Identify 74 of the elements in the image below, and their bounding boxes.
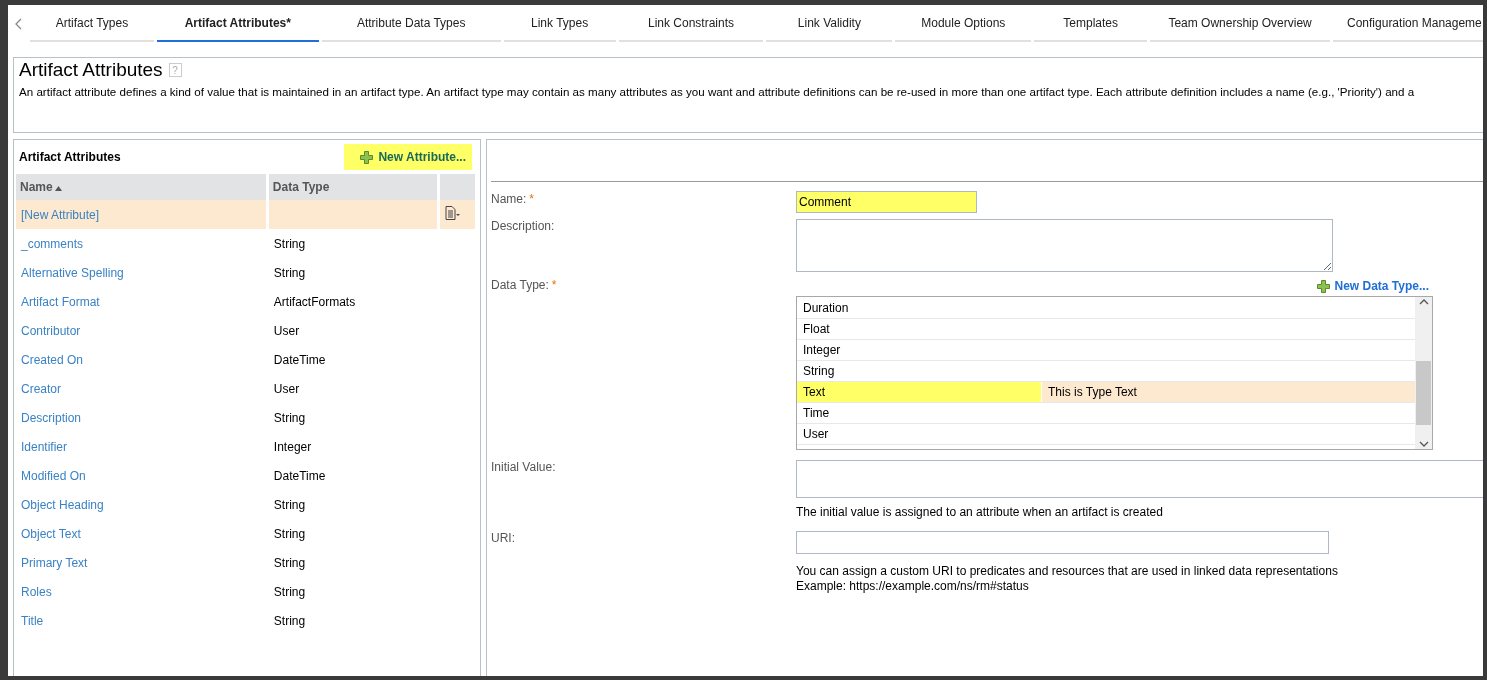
plus-icon xyxy=(1316,279,1330,293)
attribute-name-link[interactable]: Modified On xyxy=(21,468,86,483)
attribute-name-link[interactable]: Creator xyxy=(21,381,61,396)
help-text: Example: https://example.com/ns/rm#status xyxy=(796,579,1030,593)
uri-field[interactable] xyxy=(796,531,1329,554)
help-text: You can assign a custom URI to predicates and resources that are used in linked data representations xyxy=(796,564,1339,578)
data-type-cell-text: User xyxy=(273,322,300,338)
new-attribute-button[interactable]: New Attribute... xyxy=(344,144,472,170)
scroll-down-icon[interactable] xyxy=(1418,439,1429,449)
attribute-name-link[interactable]: Object Heading xyxy=(21,497,104,512)
data-type-cell-text: String xyxy=(273,525,306,541)
attribute-name-link[interactable]: Roles xyxy=(21,584,52,599)
data-type-option[interactable]: Integer xyxy=(797,340,1415,361)
tab[interactable]: Team Ownership Overview xyxy=(1150,5,1330,42)
data-type-cell-text: String xyxy=(273,554,306,570)
page-title: Artifact Attributes xyxy=(19,59,163,81)
data-type-cell-text: String xyxy=(273,264,306,280)
scroll-up-icon[interactable] xyxy=(1418,297,1429,307)
data-type-option[interactable]: Text This is Type Text xyxy=(797,382,1415,403)
required-marker: * xyxy=(529,192,534,206)
data-type-option[interactable]: User xyxy=(797,424,1415,445)
scrollbar[interactable] xyxy=(1415,297,1432,449)
attribute-name-link[interactable]: Title xyxy=(21,613,44,628)
data-type-cell-text: String xyxy=(273,409,306,425)
document-menu-icon[interactable] xyxy=(445,206,461,220)
page-description: An artifact attribute defines a kind of value that is maintained in an artifact type. An artifact type may contain as many attributes as you want and attribute definitions can be re-used in more than one artifact type. Each attribute definition includes a name (e.g., 'Priority') and a xyxy=(19,85,1416,98)
attribute-name-link[interactable]: Object Text xyxy=(21,526,81,541)
data-type-option[interactable]: Time xyxy=(797,403,1415,424)
plus-icon xyxy=(360,150,374,164)
tab[interactable]: Module Options xyxy=(895,5,1032,42)
attribute-name-link[interactable]: Primary Text xyxy=(21,555,88,570)
attribute-name-link[interactable]: _comments xyxy=(21,236,84,251)
attribute-name-link[interactable]: Identifier xyxy=(21,439,68,454)
attribute-name-link[interactable]: Alternative Spelling xyxy=(21,265,124,280)
required-marker: * xyxy=(551,278,557,292)
field-label: Data Type: xyxy=(491,278,549,292)
new-data-type-link[interactable]: New Data Type... xyxy=(1334,279,1429,293)
chevron-left-icon[interactable] xyxy=(15,17,23,30)
name-field[interactable]: Comment xyxy=(796,191,977,213)
attribute-name-link[interactable]: [New Attribute] xyxy=(21,207,100,222)
column-header[interactable]: Name xyxy=(16,174,266,200)
attribute-name-link[interactable]: Contributor xyxy=(21,323,81,338)
data-type-option[interactable]: Duration xyxy=(797,298,1415,319)
field-label: URI: xyxy=(491,531,516,547)
data-type-cell-text: User xyxy=(273,380,300,396)
data-type-option[interactable]: Float xyxy=(797,319,1415,340)
tab[interactable]: Link Validity xyxy=(766,5,893,42)
field-label: Description: xyxy=(491,219,556,235)
data-type-cell-text: DateTime xyxy=(273,351,326,367)
attribute-name-link[interactable]: Artifact Format xyxy=(21,294,100,309)
description-field[interactable] xyxy=(796,219,1333,272)
tab[interactable]: Link Constraints xyxy=(618,5,764,42)
help-text: The initial value is assigned to an attribute when an artifact is created xyxy=(796,505,1164,519)
data-type-cell-text: String xyxy=(273,235,306,251)
tab[interactable]: Configuration Manageme xyxy=(1333,5,1483,42)
tab[interactable]: Templates xyxy=(1034,5,1148,42)
data-type-cell-text: String xyxy=(273,583,306,599)
initial-value-field[interactable] xyxy=(796,460,1483,498)
data-type-cell-text: DateTime xyxy=(273,467,326,483)
data-type-cell-text: String xyxy=(273,496,306,512)
tab[interactable]: Artifact Attributes* xyxy=(156,5,319,42)
field-label: Initial Value: xyxy=(491,460,557,476)
panel-title: Artifact Attributes xyxy=(19,150,121,164)
attribute-name-link[interactable]: Created On xyxy=(21,352,84,367)
data-type-cell-text: ArtifactFormats xyxy=(273,293,356,309)
tab[interactable]: Link Types xyxy=(503,5,616,42)
tab[interactable]: Artifact Types xyxy=(30,5,154,42)
field-label: Name: xyxy=(491,192,527,206)
data-type-cell-text: Integer xyxy=(273,438,312,454)
column-header[interactable]: Data Type xyxy=(268,174,438,200)
tab[interactable]: Attribute Data Types xyxy=(321,5,501,42)
data-type-cell-text: String xyxy=(273,612,306,628)
data-type-list[interactable]: Duration Float Integer String Text This is Type Text Time User xyxy=(796,296,1433,450)
attribute-name-link[interactable]: Description xyxy=(21,410,82,425)
